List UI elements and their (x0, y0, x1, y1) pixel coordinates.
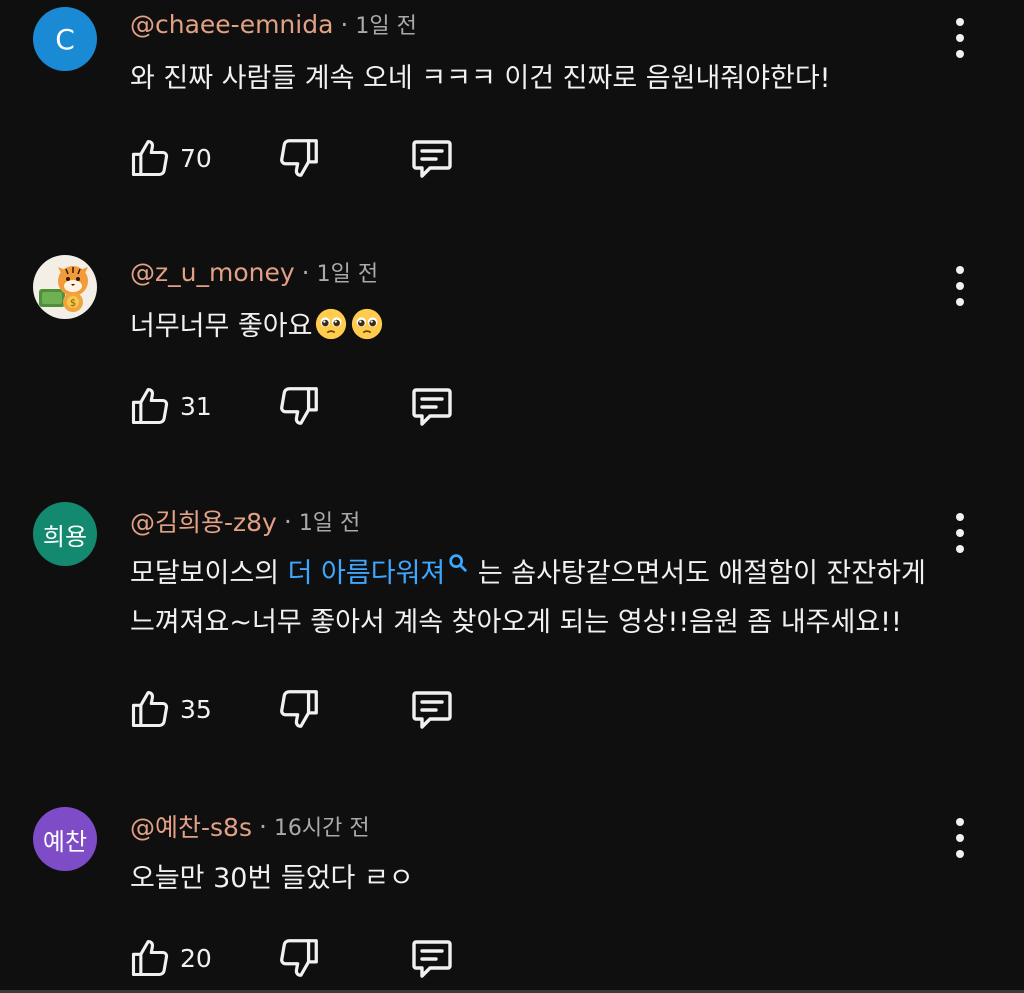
like-count: 35 (180, 695, 212, 724)
comment-text-part: 모달보이스의 (130, 558, 288, 589)
author-handle[interactable]: @chaee-emnida (130, 10, 333, 39)
thumbs-up-icon[interactable] (128, 685, 172, 733)
comment-header: @chaee-emnida · 1일 전 (130, 8, 417, 40)
reply-icon[interactable] (408, 382, 456, 430)
comment-actions: 20 (128, 934, 468, 984)
comment-header: @z_u_money · 1일 전 (130, 256, 378, 288)
author-handle[interactable]: @z_u_money (130, 258, 295, 287)
tiger-money-avatar-icon: $ (39, 266, 88, 312)
comment-actions: 70 (128, 134, 468, 184)
thumbs-down-icon[interactable] (276, 685, 322, 733)
comment-time: 16시간 전 (273, 816, 370, 841)
separator-dot: · (258, 811, 267, 841)
thumbs-up-icon[interactable] (128, 934, 172, 982)
avatar[interactable]: C (33, 7, 97, 71)
like-count: 70 (180, 144, 212, 173)
more-options-icon[interactable] (946, 818, 974, 858)
comment-time: 1일 전 (316, 262, 379, 287)
more-options-icon[interactable] (946, 266, 974, 306)
svg-text:$: $ (70, 298, 76, 309)
search-icon[interactable] (447, 552, 469, 574)
pleading-face-emoji-icon (316, 308, 347, 340)
comment-text-part: 느껴져요~너무 좋아서 계속 찾아오게 되는 영상!!음원 좀 내주세요!! (130, 607, 902, 638)
thumbs-up-icon[interactable] (128, 134, 172, 182)
thumbs-up-icon[interactable] (128, 382, 172, 430)
comment-actions: 35 (128, 685, 468, 735)
avatar[interactable]: $ (33, 255, 97, 319)
comment-text: 오늘만 30번 들었다 ㄹㅇ (130, 863, 414, 894)
thumbs-down-icon[interactable] (276, 934, 322, 982)
more-options-icon[interactable] (946, 18, 974, 58)
comment-actions: 31 (128, 382, 468, 432)
author-handle[interactable]: @김희용-z8y (130, 503, 277, 539)
pleading-face-emoji-icon (352, 308, 383, 340)
reply-icon[interactable] (408, 134, 456, 182)
reply-icon[interactable] (408, 934, 456, 982)
separator-dot: · (301, 257, 310, 287)
comment-header: @예찬-s8s · 16시간 전 (130, 808, 370, 844)
reply-icon[interactable] (408, 685, 456, 733)
thumbs-down-icon[interactable] (276, 382, 322, 430)
avatar[interactable]: 예찬 (33, 807, 97, 871)
comment-text-content: 너무너무 좋아요 (130, 311, 313, 342)
search-link[interactable]: 더 아름다워져 (288, 558, 446, 589)
comment-text: 와 진짜 사람들 계속 오네 ㅋㅋㅋ 이건 진짜로 음원내줘야한다! (130, 63, 831, 94)
separator-dot: · (283, 506, 292, 536)
separator-dot: · (340, 9, 349, 39)
like-count: 20 (180, 944, 212, 973)
author-handle[interactable]: @예찬-s8s (130, 808, 252, 844)
comment-time: 1일 전 (298, 511, 361, 536)
more-options-icon[interactable] (946, 513, 974, 553)
avatar[interactable]: 희용 (33, 502, 97, 566)
comment-time: 1일 전 (355, 14, 417, 39)
like-count: 31 (180, 392, 212, 421)
comment-text: 너무너무 좋아요 (130, 302, 950, 351)
thumbs-down-icon[interactable] (276, 134, 322, 182)
comment-text-part: 는 솜사탕같으면서도 애절함이 잔잔하게 (469, 558, 926, 589)
comment-header: @김희용-z8y · 1일 전 (130, 503, 360, 539)
comment-text: 모달보이스의 더 아름다워져 는 솜사탕같으면서도 애절함이 잔잔하게느껴져요~… (130, 549, 950, 647)
